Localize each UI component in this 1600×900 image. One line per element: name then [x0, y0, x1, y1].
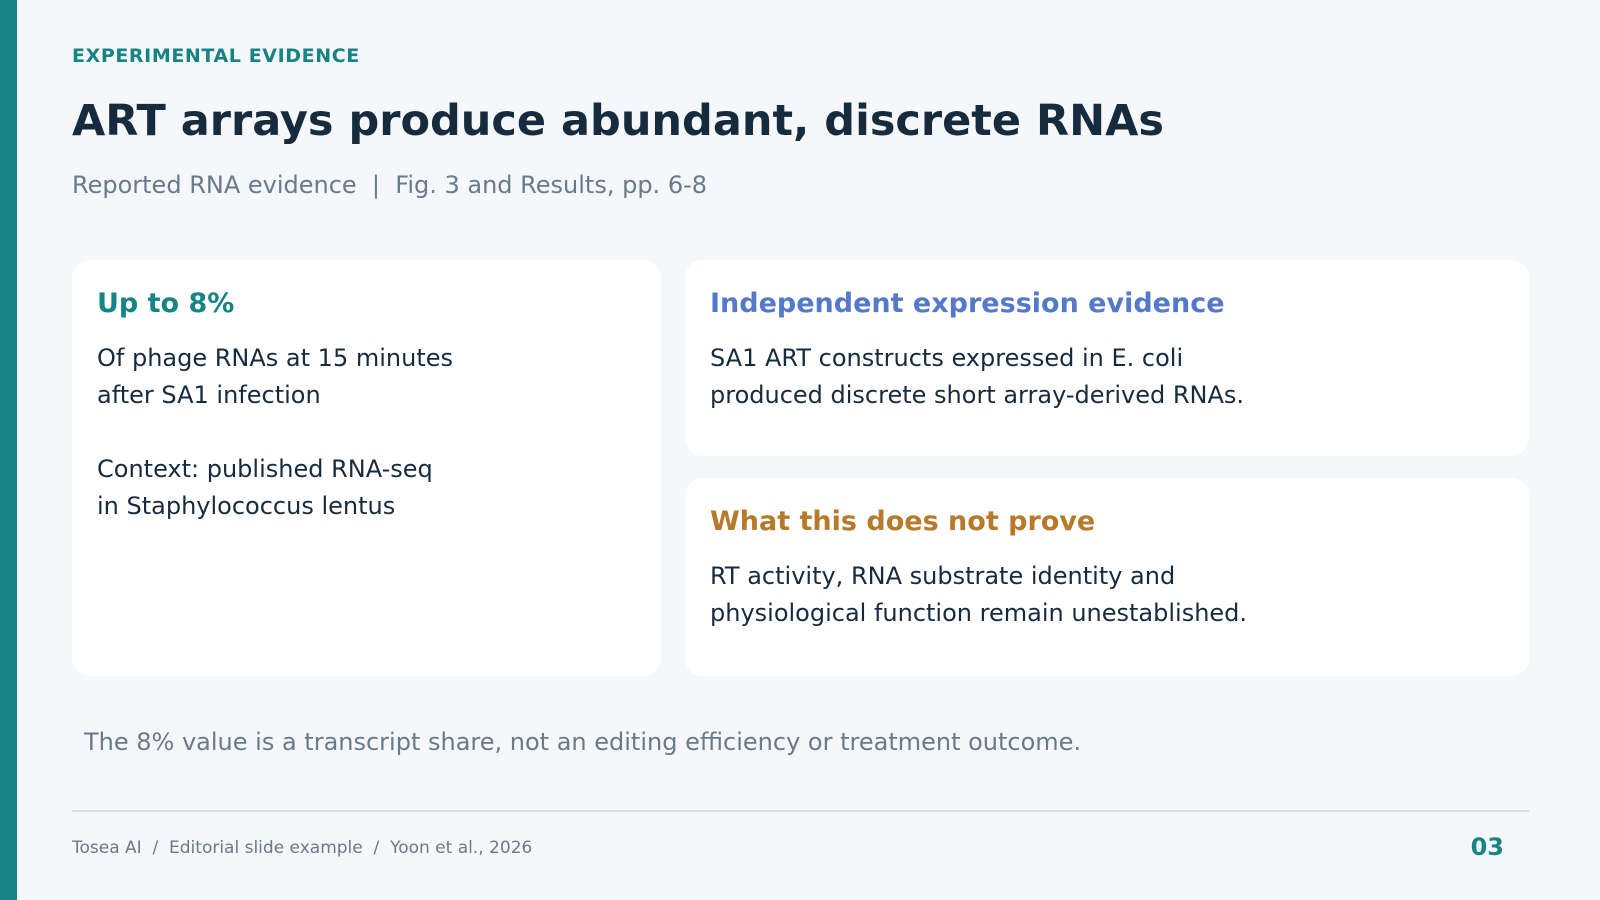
stat-card-context-line: in Staphylococcus lentus	[97, 492, 396, 520]
slide-title: ART arrays produce abundant, discrete RN…	[72, 96, 1164, 146]
stat-card-body: Of phage RNAs at 15 minutes after SA1 in…	[97, 340, 636, 525]
stat-card-context-line: Context: published RNA-seq	[97, 455, 433, 483]
limits-card-body: RT activity, RNA substrate identity and …	[710, 558, 1504, 632]
accent-bar	[0, 0, 17, 900]
expression-card-body-line: SA1 ART constructs expressed in E. coli	[710, 344, 1184, 372]
footer-divider	[72, 810, 1529, 812]
expression-card: Independent expression evidence SA1 ART …	[685, 260, 1529, 456]
limits-card-body-line: physiological function remain unestablis…	[710, 599, 1248, 627]
footnote: The 8% value is a transcript share, not …	[84, 728, 1082, 756]
expression-card-heading: Independent expression evidence	[710, 288, 1225, 319]
limits-card: What this does not prove RT activity, RN…	[685, 478, 1529, 676]
footer-credit: Tosea AI / Editorial slide example / Yoo…	[72, 838, 533, 858]
slide-subtitle: Reported RNA evidence | Fig. 3 and Resul…	[72, 171, 708, 199]
stat-card-heading: Up to 8%	[97, 288, 235, 319]
stat-card-body-line: after SA1 infection	[97, 381, 321, 409]
expression-card-body: SA1 ART constructs expressed in E. coli …	[710, 340, 1504, 414]
stat-card: Up to 8% Of phage RNAs at 15 minutes aft…	[72, 260, 661, 676]
limits-card-heading: What this does not prove	[710, 506, 1096, 537]
expression-card-body-line: produced discrete short array-derived RN…	[710, 381, 1245, 409]
section-eyebrow: EXPERIMENTAL EVIDENCE	[72, 45, 360, 67]
page-number: 03	[1470, 833, 1504, 861]
stat-card-body-line: Of phage RNAs at 15 minutes	[97, 344, 453, 372]
limits-card-body-line: RT activity, RNA substrate identity and	[710, 562, 1176, 590]
